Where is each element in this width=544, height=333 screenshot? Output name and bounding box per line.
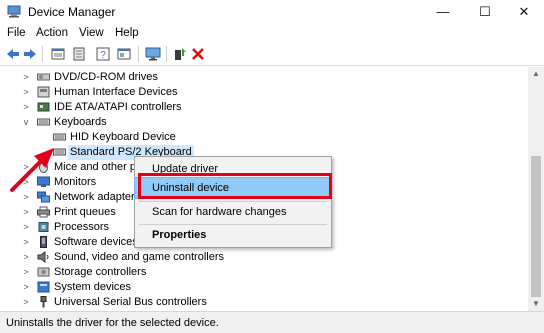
- tree-item-label: Print queues: [54, 206, 116, 218]
- toolbar: ?: [0, 43, 544, 66]
- menu-bar: File Action View Help: [0, 24, 544, 43]
- expand-chevron-icon[interactable]: >: [21, 85, 31, 100]
- svg-text:?: ?: [100, 50, 106, 61]
- tree-item-label: System devices: [54, 281, 132, 293]
- window-title: Device Manager: [28, 5, 116, 19]
- menu-file[interactable]: File: [7, 27, 26, 39]
- tree-item-label: Universal Serial Bus controllers: [54, 296, 207, 308]
- properties-menu-item[interactable]: Properties: [135, 225, 331, 245]
- remove-x-icon[interactable]: [190, 46, 206, 62]
- keyboard-icon: [53, 133, 66, 141]
- menu-action[interactable]: Action: [36, 27, 68, 39]
- expand-chevron-icon[interactable]: >: [21, 295, 31, 310]
- expand-chevron-icon[interactable]: >: [21, 235, 31, 250]
- printer-icon: [37, 206, 50, 218]
- help-book-icon[interactable]: [71, 46, 87, 62]
- device-manager-icon: [7, 5, 21, 18]
- tree-item-label: IDE ATA/ATAPI controllers: [54, 101, 182, 113]
- sound-icon: [37, 251, 49, 263]
- usb-icon: [40, 296, 47, 308]
- help-question-icon[interactable]: ?: [95, 46, 111, 62]
- scan-hardware-menu-item[interactable]: Scan for hardware changes: [135, 202, 331, 222]
- annotation-arrow-icon: [10, 148, 54, 192]
- tree-item-label: Human Interface Devices: [54, 86, 178, 98]
- expand-chevron-icon[interactable]: >: [21, 250, 31, 265]
- storage-icon: [37, 267, 50, 277]
- context-menu: Update driver Uninstall device Scan for …: [134, 156, 332, 248]
- toolbar-separator: [166, 46, 167, 62]
- menu-view[interactable]: View: [79, 27, 104, 39]
- scroll-up-icon[interactable]: ▲: [528, 67, 544, 81]
- expand-chevron-icon[interactable]: >: [21, 280, 31, 295]
- tree-item-label: Software devices: [54, 236, 138, 248]
- maximize-button[interactable]: ☐: [465, 0, 505, 24]
- dvd-drive-icon: [37, 73, 50, 81]
- status-bar: Uninstalls the driver for the selected d…: [0, 311, 544, 333]
- forward-arrow-icon[interactable]: [22, 46, 38, 62]
- tree-item-label: Processors: [54, 221, 110, 233]
- scroll-down-icon[interactable]: ▼: [528, 297, 544, 311]
- tree-item-label: HID Keyboard Device: [70, 131, 176, 143]
- back-arrow-icon[interactable]: [5, 46, 21, 62]
- annotation-highlight-box: [138, 173, 332, 199]
- menu-help[interactable]: Help: [115, 27, 139, 39]
- tree-item-label: DVD/CD-ROM drives: [54, 71, 158, 83]
- expand-chevron-icon[interactable]: >: [21, 70, 31, 85]
- toolbar-separator: [42, 46, 43, 62]
- tree-item-label: Keyboards: [54, 116, 107, 128]
- title-bar: Device Manager — ☐ ✕: [0, 0, 544, 24]
- tree-item-label: Sound, video and game controllers: [54, 251, 224, 263]
- status-text: Uninstalls the driver for the selected d…: [6, 317, 219, 329]
- properties-grid-icon[interactable]: [50, 46, 66, 62]
- add-driver-icon[interactable]: [172, 46, 188, 62]
- expand-chevron-icon[interactable]: >: [21, 100, 31, 115]
- software-device-icon: [40, 236, 47, 248]
- close-button[interactable]: ✕: [504, 0, 544, 24]
- processor-icon: [38, 222, 49, 232]
- vertical-scrollbar[interactable]: ▲ ▼: [528, 67, 544, 311]
- properties-sheet-icon[interactable]: [116, 46, 132, 62]
- expand-chevron-icon[interactable]: >: [21, 265, 31, 280]
- minimize-button[interactable]: —: [423, 0, 463, 24]
- toolbar-separator: [138, 46, 139, 62]
- collapse-chevron-icon[interactable]: v: [21, 115, 31, 130]
- ide-controller-icon: [37, 102, 50, 112]
- system-device-icon: [37, 281, 50, 293]
- keyboard-icon: [37, 118, 50, 126]
- hid-icon: [37, 86, 50, 98]
- expand-chevron-icon[interactable]: >: [21, 205, 31, 220]
- scrollbar-thumb[interactable]: [531, 156, 541, 297]
- expand-chevron-icon[interactable]: >: [21, 220, 31, 235]
- tree-item-label: Storage controllers: [54, 266, 147, 278]
- scan-monitor-icon[interactable]: [145, 46, 161, 62]
